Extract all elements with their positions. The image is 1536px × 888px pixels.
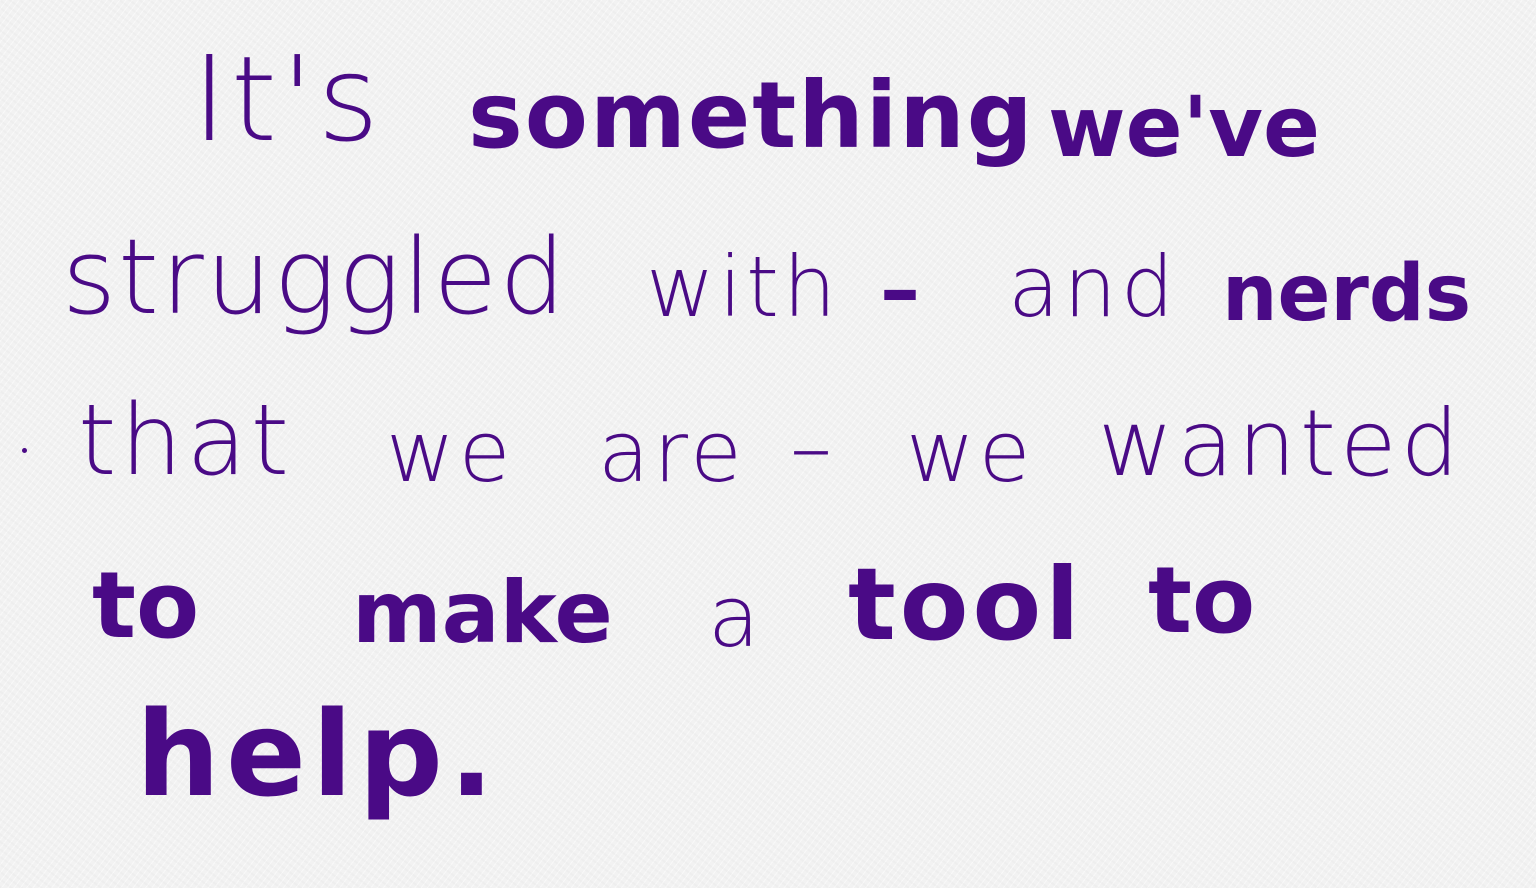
word-nerds: nerds bbox=[1222, 249, 1472, 339]
word-we-2: we bbox=[906, 403, 1035, 501]
word-a: a bbox=[708, 568, 764, 666]
word-that: that bbox=[78, 384, 294, 498]
word-help: help. bbox=[136, 685, 500, 823]
word-tool: tool bbox=[848, 546, 1084, 663]
word-weve: we've bbox=[1048, 78, 1321, 176]
word-we-1: we bbox=[386, 403, 515, 501]
word-its: It's bbox=[192, 30, 383, 168]
word-something: something bbox=[468, 62, 1035, 169]
word-dash-1: – bbox=[880, 243, 920, 336]
ink-dot bbox=[22, 448, 27, 453]
word-wanted: wanted bbox=[1098, 390, 1464, 497]
word-are: are bbox=[598, 403, 746, 501]
word-and: and bbox=[1008, 238, 1179, 336]
word-with: with bbox=[646, 238, 841, 336]
word-to-1: to bbox=[92, 552, 200, 659]
word-dash-2: – bbox=[790, 398, 836, 496]
word-make: make bbox=[352, 563, 613, 663]
word-to-2: to bbox=[1148, 547, 1256, 654]
word-struggled: struggled bbox=[62, 216, 568, 338]
